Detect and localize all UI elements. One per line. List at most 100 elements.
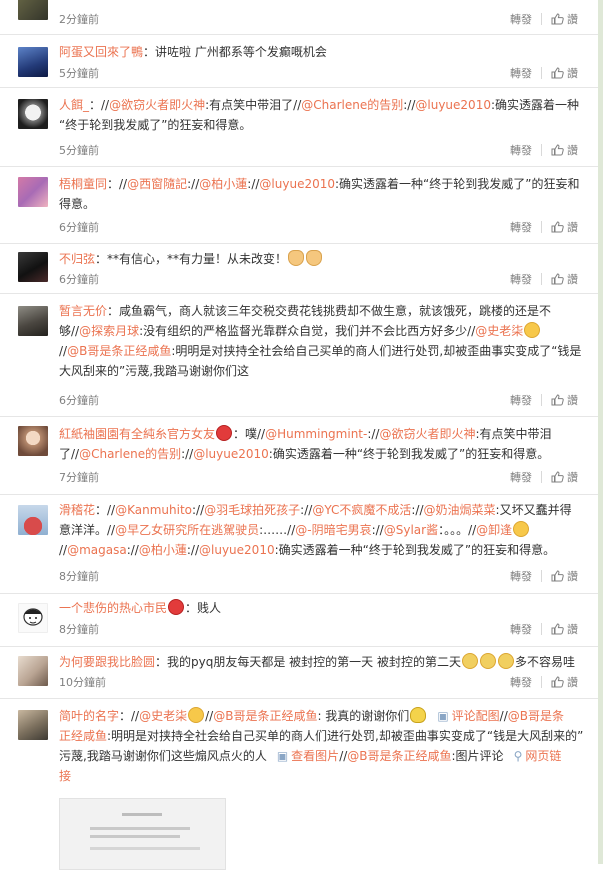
web-link[interactable]: 网页链 (525, 749, 561, 763)
mention-link[interactable]: @早乙女研究所在逃駕驶员 (115, 523, 259, 537)
comment-actions: 轉發 讚 (510, 623, 578, 637)
avatar[interactable] (18, 47, 48, 77)
mention-link[interactable]: @B哥是条正经咸鱼 (347, 749, 451, 763)
like-icon[interactable] (551, 394, 564, 406)
comment-username[interactable]: 暂言无价 (59, 304, 107, 318)
avatar[interactable] (18, 0, 48, 20)
comment-text: 为何要跟我比脸圆：我的pyq朋友每天都是 被封控的第一天 被封控的第二天 多不容易… (59, 652, 581, 672)
link-icon: ⚲ (513, 749, 523, 763)
forward-button[interactable]: 轉發 (510, 471, 532, 484)
like-button[interactable]: 讚 (567, 273, 578, 286)
avatar[interactable] (18, 99, 48, 129)
comment-image-thumbnail[interactable] (59, 798, 226, 870)
like-icon[interactable] (551, 570, 564, 582)
avatar[interactable] (18, 426, 48, 456)
mention-link[interactable]: @B哥是条正经咸鱼 (213, 709, 317, 723)
like-button[interactable]: 讚 (567, 623, 578, 636)
like-icon[interactable] (551, 273, 564, 285)
mention-link[interactable]: @-阴暗宅男哀 (295, 523, 371, 537)
like-icon[interactable] (551, 144, 564, 156)
comment-body: :确实透露着一种“终于轮到我发威了”的狂妄和得意。 (268, 447, 550, 461)
comment-username[interactable]: 滑稽花 (59, 503, 95, 517)
like-icon[interactable] (551, 471, 564, 483)
mention-link[interactable]: @Hummingmint- (265, 427, 367, 441)
like-button[interactable]: 讚 (567, 570, 578, 583)
like-button[interactable]: 讚 (567, 394, 578, 407)
avatar[interactable] (18, 177, 48, 207)
mention-link[interactable]: @Charlene的告别 (301, 98, 403, 112)
avatar[interactable] (18, 710, 48, 740)
like-icon[interactable] (551, 67, 564, 79)
mention-link[interactable]: @羽毛球拍死孩子 (204, 503, 300, 517)
avatar[interactable] (18, 505, 48, 535)
mention-link[interactable]: @YC不疯魔不成活 (312, 503, 411, 517)
forward-button[interactable]: 轉發 (510, 67, 532, 80)
comment-username[interactable]: 梧桐童同 (59, 177, 107, 191)
like-button[interactable]: 讚 (567, 67, 578, 80)
avatar[interactable] (18, 656, 48, 686)
mention-link[interactable]: @卸逢 (476, 523, 512, 537)
forward-button[interactable]: 轉發 (510, 394, 532, 407)
like-button[interactable]: 讚 (567, 221, 578, 234)
mention-link[interactable]: @奶油焗菜菜 (424, 503, 496, 517)
mention-link[interactable]: @Charlene的告别 (79, 447, 181, 461)
avatar[interactable] (18, 306, 48, 336)
avatar[interactable] (18, 603, 48, 633)
like-icon[interactable] (551, 221, 564, 233)
mention-link[interactable]: @luyue2010 (193, 447, 269, 461)
mention-link[interactable]: @Kanmuhito (115, 503, 192, 517)
mention-link[interactable]: @luyue2010 (199, 543, 275, 557)
like-button[interactable]: 讚 (567, 13, 578, 26)
comment-body: ：**有信心，**有力量！从未改变！ (95, 252, 288, 266)
comment-username[interactable]: 为何要跟我比脸圆 (59, 655, 155, 669)
comment-username[interactable]: 紅紙袖園園有全純糸官方女友 (59, 427, 215, 441)
forward-button[interactable]: 轉發 (510, 676, 532, 689)
comment-body: ：贱人 (185, 601, 222, 615)
like-button[interactable]: 讚 (567, 676, 578, 689)
web-link[interactable]: 接 (59, 769, 71, 783)
mention-link[interactable]: @柏小蓮 (139, 543, 187, 557)
comment-body: // (59, 344, 68, 358)
comment-username[interactable]: 人餌_ (59, 98, 89, 112)
divider (541, 144, 542, 156)
mention-link[interactable]: 正经咸鱼 (59, 729, 107, 743)
comment-username[interactable]: 一个悲伤的热心市民 (59, 601, 167, 615)
mention-link[interactable]: @Sylar酱 (384, 523, 438, 537)
mention-link[interactable]: @B哥是条正经咸鱼 (67, 344, 171, 358)
mention-link[interactable]: @B哥是条 (508, 709, 564, 723)
forward-button[interactable]: 轉發 (510, 273, 532, 286)
mention-link[interactable]: @探索月球 (79, 324, 139, 338)
mention-link[interactable]: @西窗隨記 (127, 177, 187, 191)
like-icon[interactable] (551, 676, 564, 688)
comment-picture-link[interactable]: 评论配图 (452, 709, 500, 723)
comment-body: : 我真的谢谢你们 (317, 709, 410, 723)
forward-button[interactable]: 轉發 (510, 623, 532, 636)
comment-username[interactable]: 阿蛋又回來了鴨 (59, 45, 143, 59)
forward-button[interactable]: 轉發 (510, 13, 532, 26)
like-icon[interactable] (551, 13, 564, 25)
avatar[interactable] (18, 252, 48, 282)
like-icon[interactable] (551, 623, 564, 635)
mention-link[interactable]: @luyue2010 (415, 98, 491, 112)
comment-body: ：我的pyq朋友每天都是 被封控的第一天 被封控的第二天 (155, 655, 461, 669)
comment-username[interactable]: 简叶的名字 (59, 709, 119, 723)
mention-link[interactable]: @史老柒 (139, 709, 187, 723)
forward-button[interactable]: 轉發 (510, 570, 532, 583)
mention-link[interactable]: @欲窃火者即火神 (109, 98, 205, 112)
forward-button[interactable]: 轉發 (510, 221, 532, 234)
comment-actions: 轉發 讚 (510, 67, 578, 81)
like-button[interactable]: 讚 (567, 144, 578, 157)
comment-body: :// (187, 177, 200, 191)
mention-link[interactable]: @史老柒 (475, 324, 523, 338)
comment-time: 6分鐘前 (59, 221, 99, 234)
like-button[interactable]: 讚 (567, 471, 578, 484)
view-picture-link[interactable]: 查看图片 (291, 749, 339, 763)
mention-link[interactable]: @柏小蓮 (199, 177, 247, 191)
mention-link[interactable]: @magasa (67, 543, 127, 557)
forward-button[interactable]: 轉發 (510, 144, 532, 157)
comment-time: 10分鐘前 (59, 676, 106, 689)
comment-username[interactable]: 不归弦 (59, 252, 95, 266)
mention-link[interactable]: @欲窃火者即火神 (379, 427, 475, 441)
comment-body: ：// (107, 177, 128, 191)
mention-link[interactable]: @luyue2010 (259, 177, 335, 191)
